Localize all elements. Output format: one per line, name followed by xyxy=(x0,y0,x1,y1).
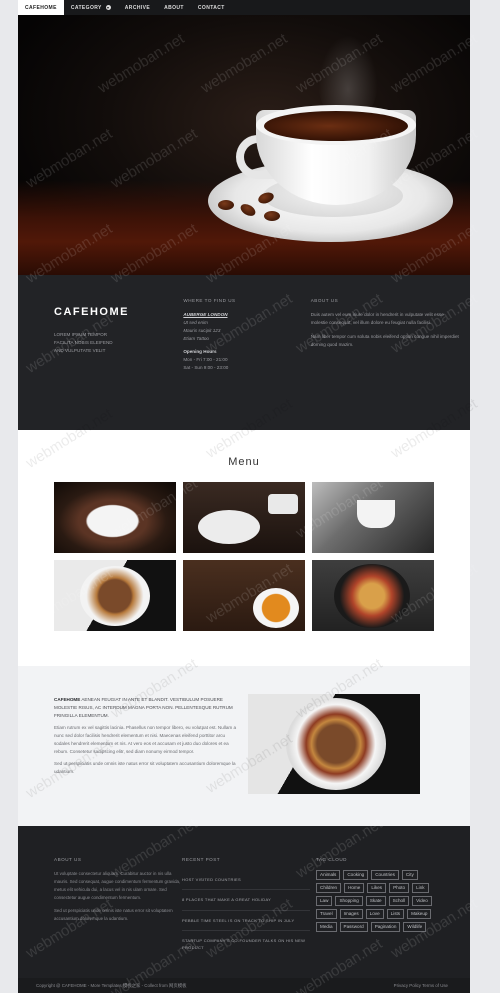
menu-item-image[interactable] xyxy=(183,560,305,631)
tag[interactable]: Likes xyxy=(367,883,387,894)
feature-section: CAFEHOME AENEAN FEUGIAT IN ANTE ET BLAND… xyxy=(18,666,470,826)
menu-item-image[interactable] xyxy=(183,482,305,553)
tag[interactable]: Link xyxy=(412,883,429,894)
tag[interactable]: Makeup xyxy=(407,909,432,920)
tag[interactable]: Photo xyxy=(389,883,410,894)
hero-coffee xyxy=(264,111,408,141)
about-block: ABOUT US Duis autem vel eum iriure dolor… xyxy=(311,297,460,430)
footer: ABOUT US Ut voluptate consectetur aliqua… xyxy=(18,826,470,988)
menu-item-image[interactable] xyxy=(312,560,434,631)
footer-about-paragraph: Ut voluptate consectetur aliquam. Curabi… xyxy=(54,871,181,901)
hero-coffee-image xyxy=(18,15,470,275)
about-heading: ABOUT US xyxy=(310,298,339,303)
nav-home[interactable]: CAFEHOME xyxy=(18,0,64,15)
nav-category[interactable]: CATEGORY xyxy=(64,0,118,15)
page: CAFEHOME CATEGORY ARCHIVE ABOUT CONTACT … xyxy=(18,0,470,993)
menu-item-image[interactable] xyxy=(312,482,434,553)
nav-archive[interactable]: ARCHIVE xyxy=(118,0,157,15)
tag[interactable]: Love xyxy=(365,909,384,920)
feature-lead: CAFEHOME AENEAN FEUGIAT IN ANTE ET BLAND… xyxy=(54,696,239,720)
hours-title: Opening Hours xyxy=(183,349,217,355)
hours-line: Sat - Sun 9:00 - 23:00 xyxy=(183,365,229,371)
footer-about-heading: ABOUT US xyxy=(54,857,82,862)
hours-line: Mon - Fri 7:00 - 21:00 xyxy=(183,357,228,363)
tag[interactable]: Shopping xyxy=(335,896,363,907)
policy-links[interactable]: Privacy Policy Terms of Use xyxy=(394,983,448,988)
brand-line: AND VULPUTATE VELIT xyxy=(54,348,106,354)
footer-tags-heading: TAG CLOUD xyxy=(316,857,347,862)
tag[interactable]: Media xyxy=(316,922,337,933)
copyright-bar: Copyright @ CAFEHOME - More Templates 模板… xyxy=(18,978,470,993)
footer-recent: RECENT POST HOST VISITED COUNTRIES 8 PLA… xyxy=(182,856,310,988)
tag[interactable]: Law xyxy=(316,896,333,907)
tag[interactable]: Wildlife xyxy=(403,922,427,933)
nav-about-label: ABOUT xyxy=(164,4,184,11)
where-block: WHERE TO FIND US AUBERGE LONDON Ut sed e… xyxy=(183,297,310,430)
feature-paragraph: Sed ut perspiciatis unde omnis iste natu… xyxy=(54,761,236,775)
recent-post-link[interactable]: PEBBLE TIME STEEL IS ON TRACK TO SHIP IN… xyxy=(182,911,310,931)
brand-title: CAFEHOME xyxy=(54,306,129,318)
top-nav: CAFEHOME CATEGORY ARCHIVE ABOUT CONTACT xyxy=(18,0,470,15)
nav-contact-label: CONTACT xyxy=(197,4,225,11)
address-title: AUBERGE LONDON xyxy=(183,312,228,318)
coffee-bean xyxy=(264,211,280,221)
feature-lead-text: AENEAN FEUGIAT IN ANTE ET BLANDIT. VESTI… xyxy=(54,697,233,719)
tag-cloud: Animals Cooking Countries City Children … xyxy=(316,870,436,933)
menu-title: Menu xyxy=(228,456,260,468)
tag[interactable]: Skate xyxy=(365,896,386,907)
tag[interactable]: Pagination xyxy=(370,922,401,933)
menu-item-image[interactable] xyxy=(54,482,176,553)
tag[interactable]: Images xyxy=(339,909,363,920)
tag[interactable]: Travel xyxy=(316,909,337,920)
coffee-bean xyxy=(218,200,234,210)
menu-section: Menu xyxy=(18,430,470,666)
brand-line: FACILITA NOBIS ELEIFEND xyxy=(54,340,113,346)
recent-post-link[interactable]: STARTUP COMPANY'S CO-FOUNDER TALKS ON HI… xyxy=(182,931,310,957)
copyright-text[interactable]: Copyright @ CAFEHOME - More Templates 模板… xyxy=(36,983,187,989)
tag[interactable]: Video xyxy=(412,896,432,907)
feature-image xyxy=(248,694,420,794)
nav-about[interactable]: ABOUT xyxy=(157,0,191,15)
tag[interactable]: Children xyxy=(316,883,342,894)
address-line: Ut sed enim xyxy=(183,320,208,326)
about-paragraph: Nam liber tempor cum soluta nobis eleife… xyxy=(310,334,459,348)
footer-about: ABOUT US Ut voluptate consectetur aliqua… xyxy=(54,856,182,988)
tag[interactable]: Scholl xyxy=(388,896,410,907)
tag[interactable]: Home xyxy=(344,883,365,894)
address-line: Mauris sucipit 123 xyxy=(183,328,221,334)
info-band: CAFEHOME LOREM IPSUM TEMPOR FACILITA NOB… xyxy=(18,275,470,430)
feature-text: CAFEHOME AENEAN FEUGIAT IN ANTE ET BLAND… xyxy=(54,696,239,826)
footer-tags: TAG CLOUD Animals Cooking Countries City… xyxy=(316,856,436,988)
brand-block: CAFEHOME LOREM IPSUM TEMPOR FACILITA NOB… xyxy=(54,297,183,430)
footer-recent-heading: RECENT POST xyxy=(182,857,221,862)
menu-item-image[interactable] xyxy=(54,560,176,631)
recent-post-link[interactable]: HOST VISITED COUNTRIES xyxy=(182,870,310,891)
feature-paragraph: Etiam rutrum ex vel sagittis lacinia. Ph… xyxy=(54,725,237,755)
address-line: Etiam Tattoo xyxy=(183,336,209,342)
feature-lead-brand: CAFEHOME xyxy=(54,697,81,702)
tag[interactable]: Animals xyxy=(316,870,341,881)
tag[interactable]: Password xyxy=(339,922,368,933)
tag[interactable]: Lists xyxy=(386,909,405,920)
tag[interactable]: Countries xyxy=(371,870,399,881)
tag[interactable]: City xyxy=(401,870,418,881)
footer-about-paragraph: Sed ut perspiciatis unde omnis iste natu… xyxy=(54,907,173,921)
nav-category-label: CATEGORY xyxy=(70,4,102,11)
menu-grid xyxy=(54,482,470,631)
tag[interactable]: Cooking xyxy=(343,870,369,881)
nav-archive-label: ARCHIVE xyxy=(124,4,151,11)
recent-post-link[interactable]: 8 PLACES THAT MAKE A GREAT HOLIDAY xyxy=(182,890,310,911)
about-paragraph: Duis autem vel eum iriure dolor in hendr… xyxy=(310,312,444,326)
nav-home-label: CAFEHOME xyxy=(25,4,57,11)
chevron-down-icon xyxy=(105,5,111,10)
brand-line: LOREM IPSUM TEMPOR xyxy=(54,332,108,338)
where-heading: WHERE TO FIND US xyxy=(183,298,236,303)
nav-contact[interactable]: CONTACT xyxy=(191,0,232,15)
